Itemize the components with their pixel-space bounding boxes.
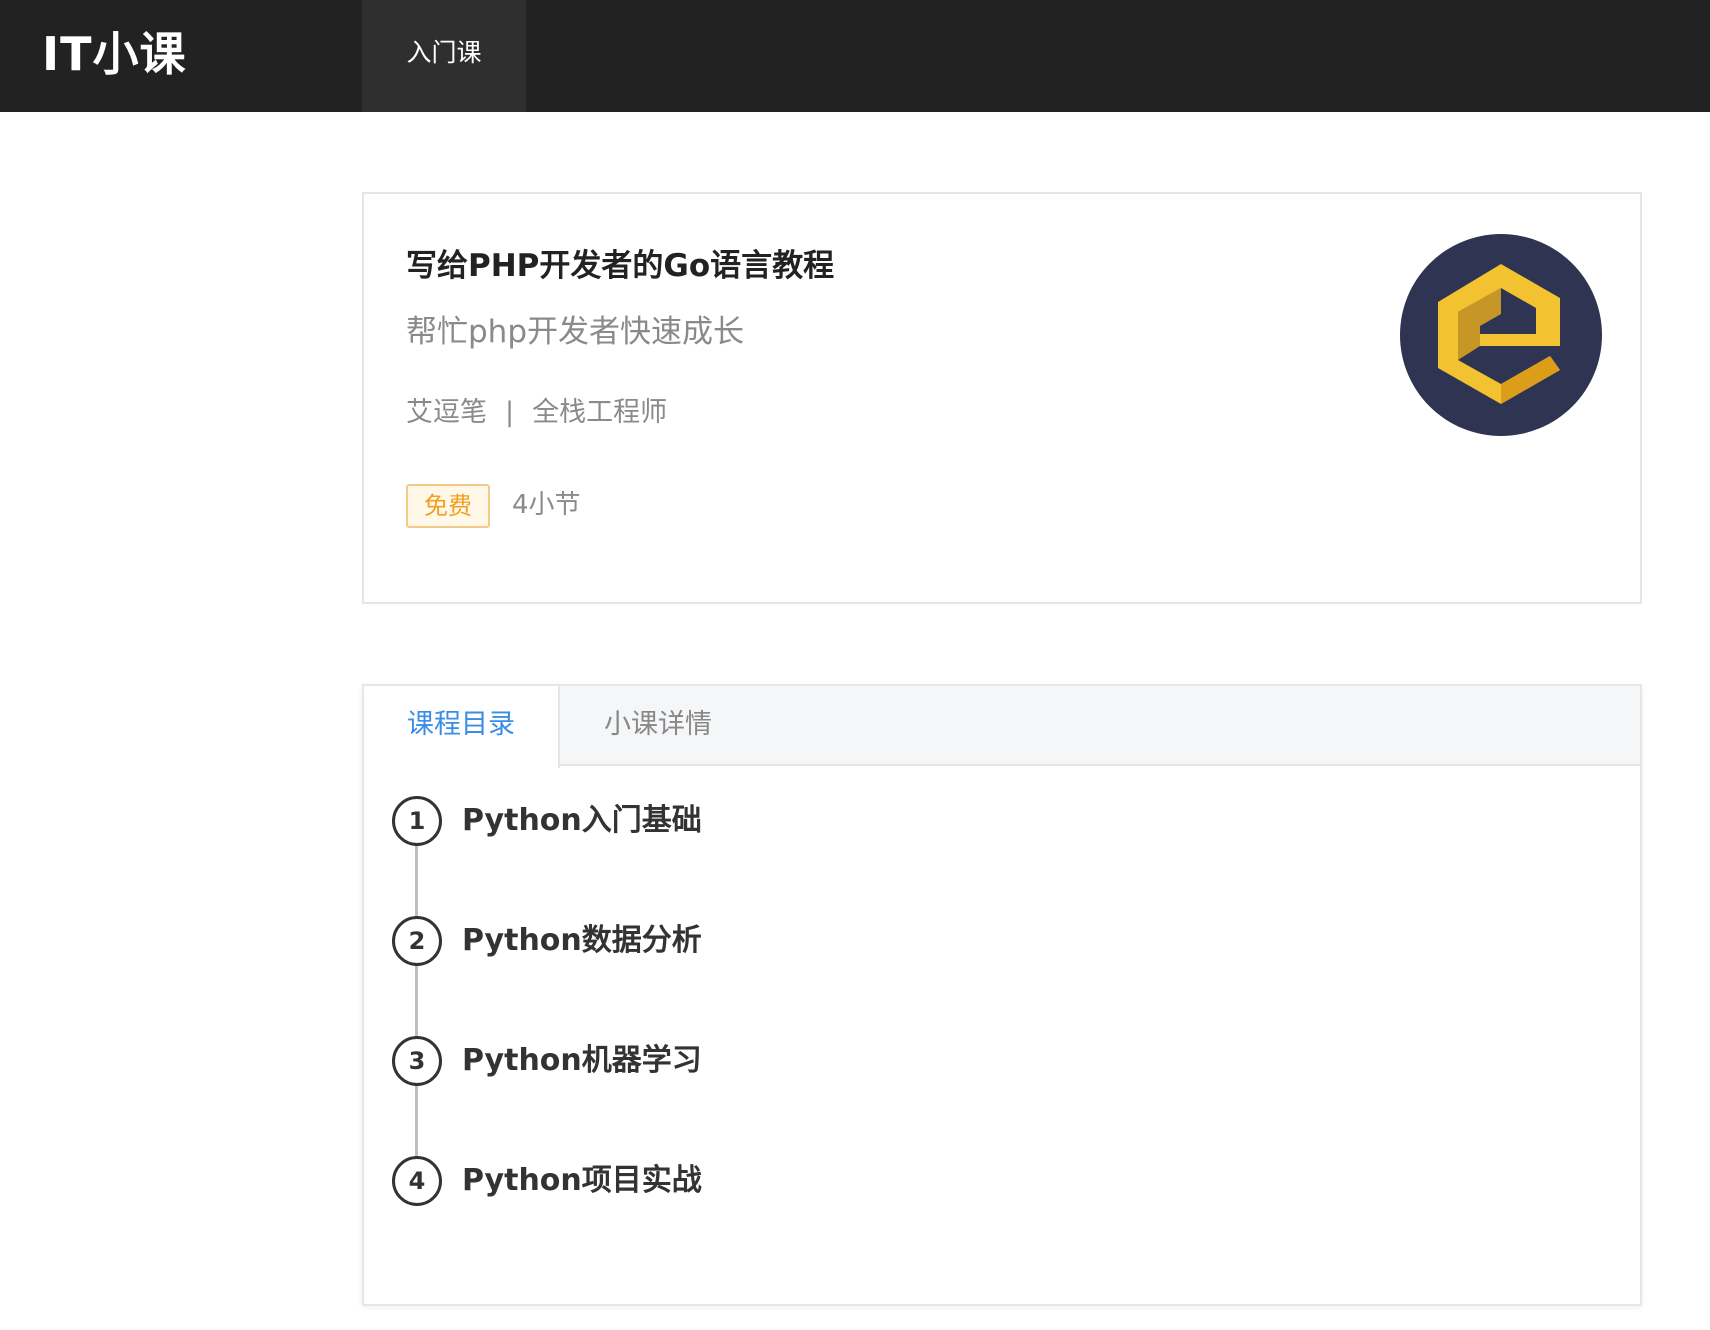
chapter-item[interactable]: 3 Python机器学习 bbox=[392, 1036, 1592, 1086]
course-info-card: 写给PHP开发者的Go语言教程 帮忙php开发者快速成长 艾逗笔 | 全栈工程师 免… bbox=[362, 192, 1642, 604]
author-separator: | bbox=[505, 397, 515, 428]
chapter-title[interactable]: Python入门基础 bbox=[462, 796, 702, 846]
chapter-title[interactable]: Python机器学习 bbox=[462, 1036, 702, 1086]
course-subtitle: 帮忙php开发者快速成长 bbox=[406, 314, 745, 350]
chapter-item[interactable]: 2 Python数据分析 bbox=[392, 916, 1592, 966]
tab-course-details[interactable]: 小课详情 bbox=[560, 686, 756, 766]
chapter-number: 1 bbox=[392, 796, 442, 846]
chapter-item[interactable]: 4 Python项目实战 bbox=[392, 1156, 1592, 1206]
lesson-count: 4小节 bbox=[512, 490, 581, 520]
chapter-title[interactable]: Python项目实战 bbox=[462, 1156, 702, 1206]
price-badge: 免费 bbox=[406, 484, 490, 528]
author-name: 艾逗笔 bbox=[406, 397, 487, 428]
course-logo-icon bbox=[1400, 234, 1602, 436]
catalog-tabbar: 课程目录 小课详情 bbox=[364, 686, 1640, 768]
course-logo-icon-graphic bbox=[1438, 264, 1560, 404]
course-catalog-panel: 课程目录 小课详情 1 Python入门基础 2 Python数据分析 3 Py… bbox=[362, 684, 1642, 1306]
author-line: 艾逗笔 | 全栈工程师 bbox=[406, 390, 667, 429]
author-role: 全栈工程师 bbox=[532, 397, 668, 428]
chapter-number: 3 bbox=[392, 1036, 442, 1086]
brand-logo-text[interactable]: IT小课 bbox=[42, 0, 187, 112]
chapter-item[interactable]: 1 Python入门基础 bbox=[392, 796, 1592, 846]
timeline-connector bbox=[415, 820, 418, 1180]
chapter-title[interactable]: Python数据分析 bbox=[462, 916, 702, 966]
tab-course-catalog[interactable]: 课程目录 bbox=[364, 686, 560, 768]
chapter-number: 2 bbox=[392, 916, 442, 966]
chapter-number: 4 bbox=[392, 1156, 442, 1206]
top-navbar: IT小课 入门课 bbox=[0, 0, 1710, 112]
course-title: 写给PHP开发者的Go语言教程 bbox=[406, 248, 835, 284]
nav-tab-intro-course[interactable]: 入门课 bbox=[362, 0, 526, 112]
